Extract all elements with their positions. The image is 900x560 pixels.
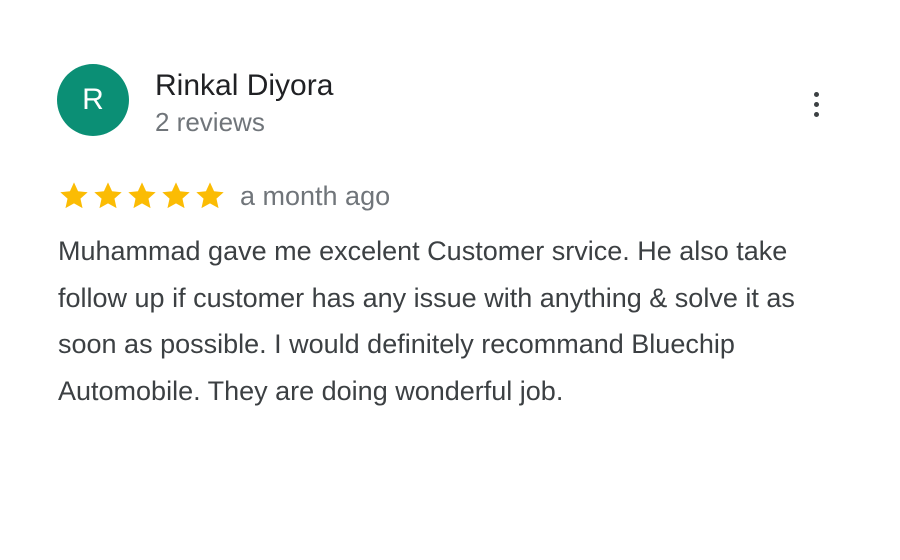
avatar[interactable]: R	[57, 64, 129, 136]
star-icon	[60, 182, 88, 209]
star-icon	[196, 182, 224, 209]
more-options-button[interactable]	[800, 86, 832, 122]
rating-row: a month ago	[58, 176, 390, 216]
star-icon	[94, 182, 122, 209]
more-vert-icon	[813, 91, 819, 117]
star-icon	[128, 182, 156, 209]
review-card: R Rinkal Diyora 2 reviews a month ago Mu…	[0, 0, 900, 560]
review-count[interactable]: 2 reviews	[155, 106, 265, 138]
star-icon	[162, 182, 190, 209]
reviewer-name[interactable]: Rinkal Diyora	[155, 68, 333, 104]
star-rating	[58, 180, 226, 212]
review-text: Muhammad gave me excelent Customer srvic…	[58, 236, 795, 406]
review-date: a month ago	[240, 181, 391, 211]
avatar-initial: R	[82, 83, 104, 116]
